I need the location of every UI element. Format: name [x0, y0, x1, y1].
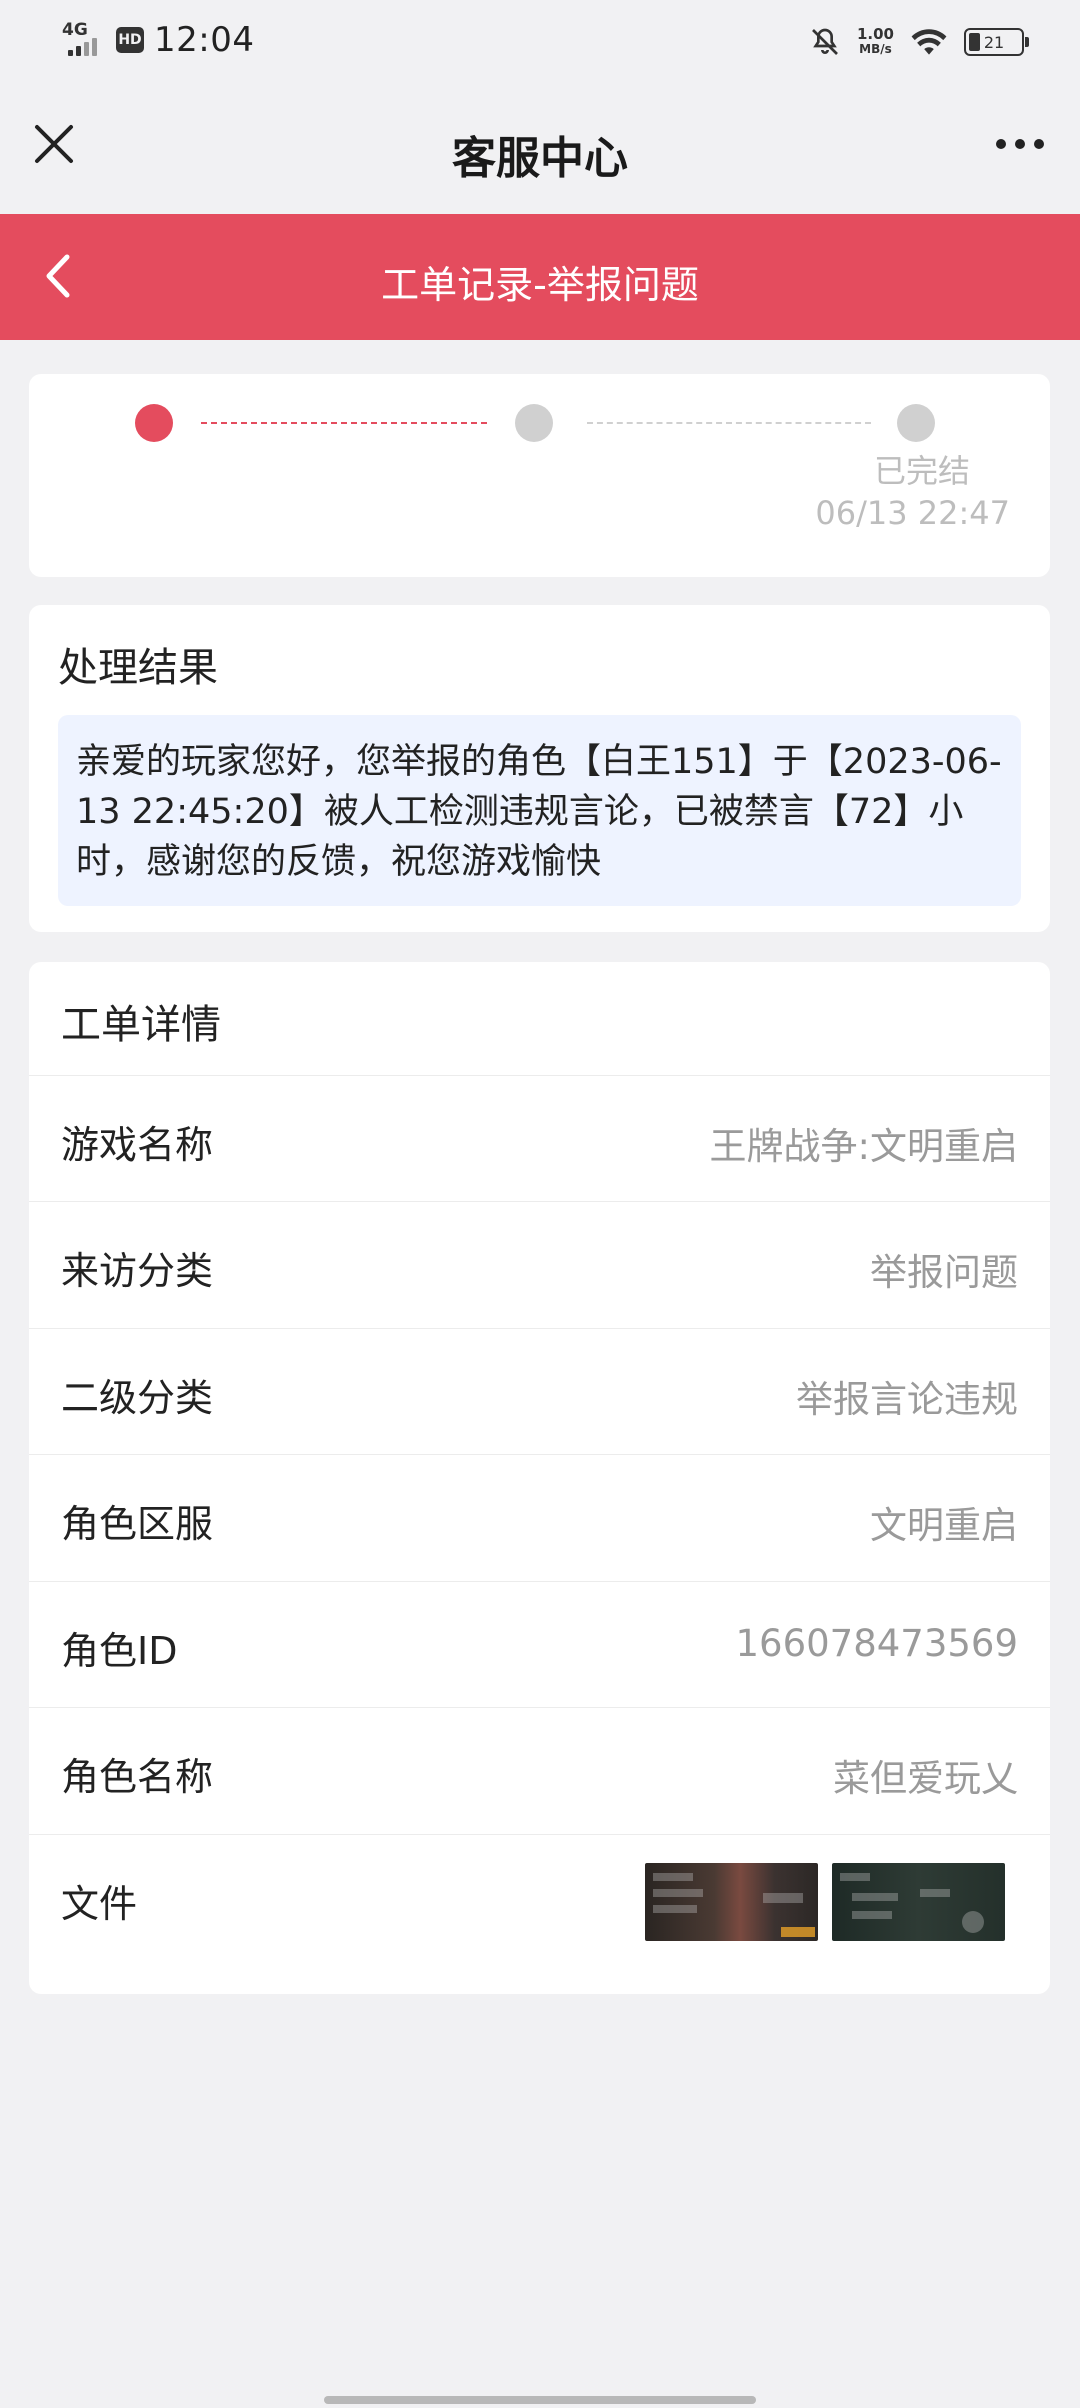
home-indicator — [324, 2396, 756, 2404]
signal-icon: 4G — [62, 20, 106, 60]
row-value: 文明重启 — [870, 1504, 1018, 1547]
row-label: 角色名称 — [61, 1755, 214, 1799]
nav-title: 工单记录-举报问题 — [381, 263, 699, 307]
progress-card: 已完结 06/13 22:47 — [29, 374, 1050, 577]
detail-row-game-name: 游戏名称 王牌战争:文明重启 — [29, 1075, 1050, 1201]
row-label: 角色区服 — [61, 1502, 214, 1546]
row-label: 角色ID — [61, 1629, 178, 1673]
detail-row-server: 角色区服 文明重启 — [29, 1454, 1050, 1580]
status-time: 12:04 — [154, 20, 255, 60]
result-card: 处理结果 亲爱的玩家您好，您举报的角色【白王151】于【2023-06-13 2… — [29, 605, 1050, 932]
row-label: 游戏名称 — [61, 1123, 214, 1167]
row-value: 举报问题 — [870, 1251, 1018, 1294]
detail-row-files: 文件 — [29, 1834, 1050, 1960]
page-title: 客服中心 — [452, 133, 628, 184]
network-type: 4G — [62, 20, 88, 40]
step-dot-processing — [515, 404, 553, 442]
app-header: 客服中心 — [0, 80, 1080, 214]
speed-value: 1.00 — [856, 25, 894, 43]
row-label: 二级分类 — [61, 1376, 214, 1420]
file-thumbnail[interactable] — [832, 1863, 1005, 1941]
battery-icon: 21 — [964, 28, 1029, 56]
battery-level: 21 — [983, 32, 1005, 52]
row-value: 举报言论违规 — [796, 1378, 1018, 1421]
hd-icon: HD — [116, 27, 144, 53]
detail-title: 工单详情 — [61, 1002, 221, 1048]
step-status-time: 06/13 22:47 — [815, 494, 1010, 532]
wifi-icon — [911, 29, 947, 55]
step-dot-completed — [897, 404, 935, 442]
detail-row-role-name: 角色名称 菜但爱玩乂 — [29, 1707, 1050, 1833]
step-status-label: 已完结 — [873, 452, 970, 490]
step-connector — [587, 422, 871, 424]
more-icon-dot — [1034, 139, 1044, 149]
result-message: 亲爱的玩家您好，您举报的角色【白王151】于【2023-06-13 22:45:… — [58, 715, 1021, 906]
file-thumbnails — [645, 1863, 1005, 1941]
row-value: 166078473569 — [735, 1622, 1019, 1665]
result-title: 处理结果 — [58, 645, 218, 691]
row-value: 菜但爱玩乂 — [833, 1757, 1018, 1800]
detail-row-category: 来访分类 举报问题 — [29, 1201, 1050, 1327]
detail-row-subcategory: 二级分类 举报言论违规 — [29, 1328, 1050, 1454]
file-thumbnail[interactable] — [645, 1863, 818, 1941]
row-label: 文件 — [61, 1882, 138, 1926]
step-status: 已完结 06/13 22:47 — [815, 450, 1010, 534]
more-button[interactable] — [988, 124, 1052, 164]
more-icon-dot — [1015, 139, 1025, 149]
detail-card: 工单详情 游戏名称 王牌战争:文明重启 来访分类 举报问题 二级分类 举报言论违… — [29, 962, 1050, 1994]
mute-icon — [812, 28, 838, 55]
row-value: 王牌战争:文明重启 — [709, 1125, 1018, 1168]
nav-bar: 工单记录-举报问题 — [0, 214, 1080, 340]
detail-row-role-id: 角色ID 166078473569 — [29, 1581, 1050, 1707]
step-dot-submitted — [135, 404, 173, 442]
step-connector — [201, 422, 487, 424]
network-speed: 1.00 MB/s — [857, 27, 894, 57]
row-label: 来访分类 — [61, 1249, 214, 1293]
more-icon-dot — [996, 139, 1006, 149]
speed-unit: MB/s — [859, 42, 892, 56]
status-bar: 4G HD 12:04 1.00 MB/s 21 — [0, 0, 1080, 80]
